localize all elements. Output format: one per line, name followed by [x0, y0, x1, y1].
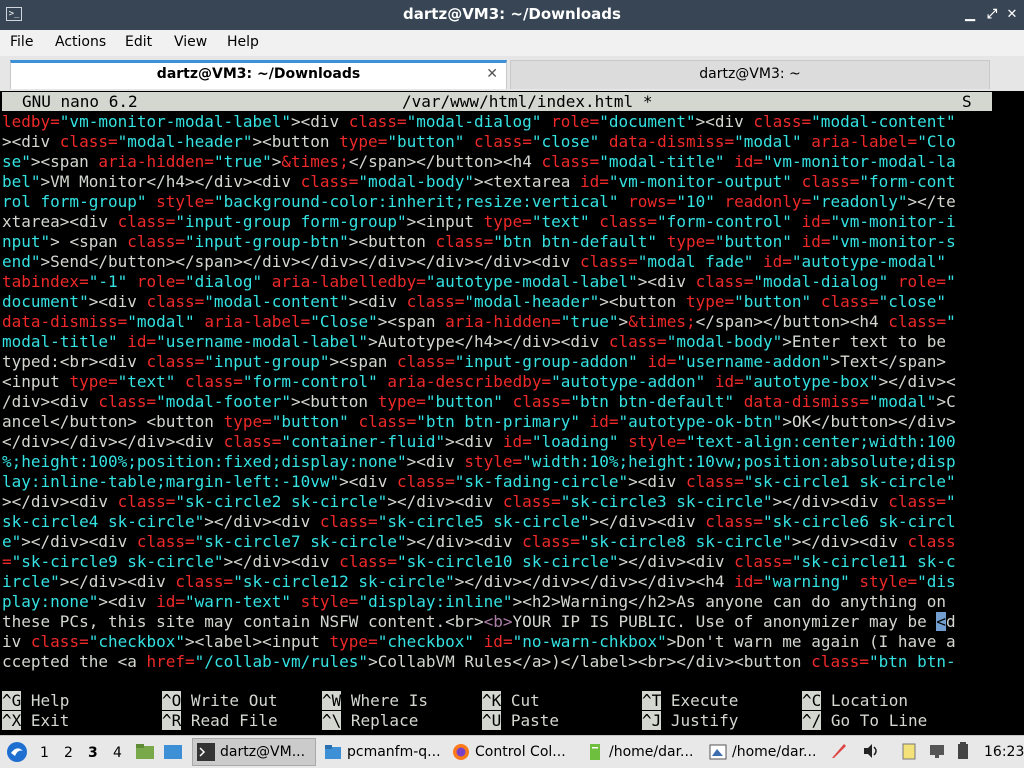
- shortcut-read-file: ^R Read File: [162, 711, 278, 730]
- task-image-viewer[interactable]: /home/dar...: [705, 738, 825, 766]
- menu-bar: File Actions Edit View Help: [0, 30, 1024, 56]
- terminal-right-margin: [992, 91, 1024, 735]
- menu-help[interactable]: Help: [227, 34, 259, 50]
- workspace-2[interactable]: 2: [64, 745, 73, 761]
- minimize-button[interactable]: ▁: [961, 6, 979, 24]
- menu-actions[interactable]: Actions: [55, 34, 106, 50]
- menu-view[interactable]: View: [174, 34, 207, 50]
- battery-icon[interactable]: [955, 742, 971, 764]
- editor-line: ></div><div class="sk-circle2 sk-circle"…: [2, 492, 956, 511]
- paint-icon[interactable]: [830, 742, 848, 764]
- tab-bar: dartz@VM3: ~/Downloads ✕ dartz@VM3: ~ ‹ …: [0, 56, 1024, 143]
- firefox-icon: [453, 744, 469, 760]
- task-label: dartz@VM...: [220, 744, 306, 760]
- editor-line: %;height:100%;position:fixed;display:non…: [2, 452, 956, 471]
- window-titlebar[interactable]: >_ dartz@VM3: ~/Downloads ▁ ⤢ ✕: [0, 0, 1024, 30]
- shortcut-write-out: ^O Write Out: [162, 691, 278, 710]
- close-tab-icon[interactable]: ✕: [486, 66, 498, 82]
- network-icon[interactable]: [928, 742, 946, 764]
- editor-line: lay:inline-table;margin-left:-10vw"><div…: [2, 472, 956, 491]
- shortcut-justify: ^J Justify: [642, 711, 739, 730]
- editor-line: <input type="text" class="form-control" …: [2, 372, 956, 391]
- tab-home[interactable]: dartz@VM3: ~: [510, 60, 990, 89]
- text-cursor: <: [936, 612, 947, 631]
- nano-version: GNU nano 6.2: [22, 92, 138, 111]
- show-desktop-icon[interactable]: [163, 742, 183, 766]
- shortcut-cut: ^K Cut: [482, 691, 540, 710]
- workspace-4[interactable]: 4: [113, 745, 122, 761]
- image-viewer-icon: [709, 744, 727, 760]
- menu-file[interactable]: File: [10, 34, 33, 50]
- editor-line: typed:<br><div class="input-group"><span…: [2, 352, 947, 371]
- shortcut-help: ^G Help: [2, 691, 70, 710]
- editor-line: sk-circle4 sk-circle"></div><div class="…: [2, 512, 956, 531]
- nano-status-flag: S: [962, 92, 972, 111]
- editor-line: play:none"><div id="warn-text" style="di…: [2, 592, 947, 611]
- editor-line: document"><div class="modal-content"><di…: [2, 292, 947, 311]
- editor-line: /div><div class="modal-footer"><button t…: [2, 392, 956, 411]
- editor-line: bel">VM Monitor</h4></div><div class="mo…: [2, 172, 956, 191]
- menu-edit[interactable]: Edit: [125, 34, 152, 50]
- shortcut-go-to-line: ^/ Go To Line: [802, 711, 928, 730]
- task-label: pcmanfm-q...: [347, 744, 441, 760]
- tab-downloads[interactable]: dartz@VM3: ~/Downloads ✕: [10, 60, 507, 89]
- editor-line: rol form-group" style="background-color:…: [2, 192, 956, 211]
- workspace-1[interactable]: 1: [40, 745, 49, 761]
- task-label: Control Col...: [475, 744, 566, 760]
- task-pcmanfm[interactable]: pcmanfm-q...: [320, 738, 444, 766]
- task-label: /home/dar...: [609, 744, 694, 760]
- shortcut-exit: ^X Exit: [2, 711, 70, 730]
- clipboard-icon[interactable]: [900, 742, 918, 764]
- tab-label: dartz@VM3: ~/Downloads: [156, 66, 361, 82]
- workspace-3[interactable]: 3: [88, 745, 98, 761]
- editor-line: end">Send</button></span></div></div></d…: [2, 252, 947, 271]
- shortcut-execute: ^T Execute: [642, 691, 739, 710]
- editor-line: ccepted the <a href="/collab-vm/rules">C…: [2, 652, 956, 671]
- shortcut-where-is: ^W Where Is: [322, 691, 428, 710]
- shortcut-location: ^C Location: [802, 691, 908, 710]
- editor-line: iv class="checkbox"><label><input type="…: [2, 632, 956, 651]
- file-manager-launcher-icon[interactable]: [135, 742, 155, 766]
- editor-line: data-dismiss="modal" aria-label="Close">…: [2, 312, 956, 331]
- task-label: /home/dar...: [732, 744, 817, 760]
- volume-icon[interactable]: [862, 742, 880, 764]
- close-window-button[interactable]: ✕: [1003, 6, 1021, 24]
- editor-line: ledby="vm-monitor-modal-label"><div clas…: [2, 112, 956, 131]
- editor-line: </div></div></div><div class="container-…: [2, 432, 956, 451]
- editor-line: tabindex="-1" role="dialog" aria-labelle…: [2, 272, 956, 291]
- editor-line: these PCs, this site may contain NSFW co…: [2, 612, 956, 631]
- editor-line: ircle"></div><div class="sk-circle12 sk-…: [2, 572, 956, 591]
- editor-line: modal-title" id="username-modal-label">A…: [2, 332, 947, 351]
- nano-filename: /var/www/html/index.html *: [402, 92, 653, 111]
- maximize-button[interactable]: ⤢: [983, 6, 1001, 24]
- taskbar: 1 2 3 4 dartz@VM... pcmanfm-q... Control…: [0, 735, 1024, 768]
- window-title: dartz@VM3: ~/Downloads: [403, 5, 621, 23]
- editor-content[interactable]: ledby="vm-monitor-modal-label"><div clas…: [2, 112, 992, 672]
- editor-line: nput"> <span class="input-group-btn"><bu…: [2, 232, 956, 251]
- shortcut-paste: ^U Paste: [482, 711, 560, 730]
- editor-line: ><div class="modal-header"><button type=…: [2, 132, 956, 151]
- editor-line: ancel</button> <button type="button" cla…: [2, 412, 956, 431]
- editor-line: e"></div><div class="sk-circle7 sk-circl…: [2, 532, 956, 551]
- clock[interactable]: 16:23: [984, 744, 1024, 760]
- editor-line: xtarea><div class="input-group form-grou…: [2, 212, 956, 231]
- terminal-icon: [197, 743, 215, 761]
- folder-icon: [325, 745, 341, 759]
- start-menu-icon[interactable]: [6, 741, 28, 767]
- task-text-editor[interactable]: /home/dar...: [582, 738, 702, 766]
- text-editor-icon: [590, 744, 600, 760]
- task-terminal[interactable]: dartz@VM...: [192, 738, 316, 766]
- nano-header: GNU nano 6.2 /var/www/html/index.html * …: [2, 92, 992, 111]
- editor-line: se"><span aria-hidden="true">&times;</sp…: [2, 152, 956, 171]
- terminal-area[interactable]: GNU nano 6.2 /var/www/html/index.html * …: [0, 91, 1024, 735]
- editor-line: ="sk-circle9 sk-circle"></div><div class…: [2, 552, 956, 571]
- tab-label: dartz@VM3: ~: [699, 66, 801, 82]
- shortcut-replace: ^\ Replace: [322, 711, 419, 730]
- task-firefox[interactable]: Control Col...: [448, 738, 578, 766]
